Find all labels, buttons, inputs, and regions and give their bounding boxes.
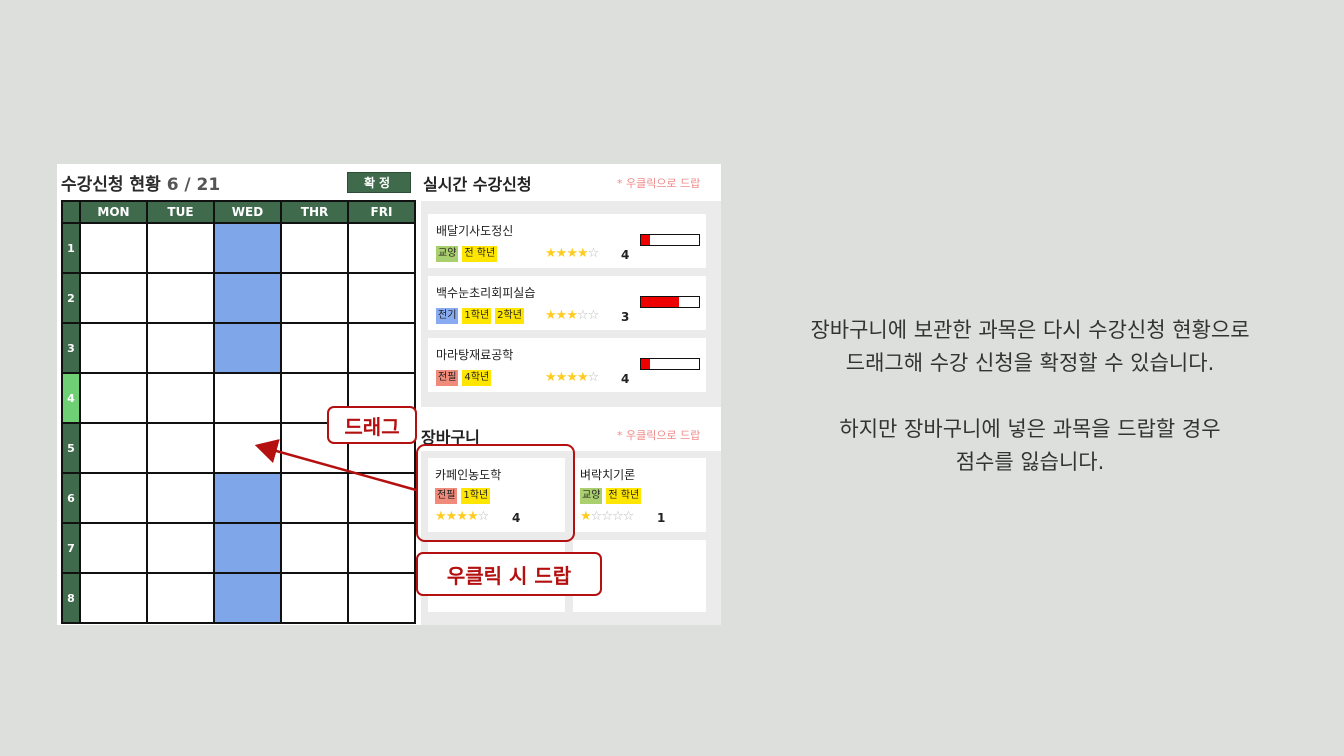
right-click-drop-annotation: 우클릭 시 드랍 (416, 552, 602, 596)
drag-annotation: 드래그 (327, 406, 417, 444)
dragged-course-highlight (416, 444, 575, 542)
description-line: 장바구니에 보관한 과목은 다시 수강신청 현황으로 (810, 318, 1250, 342)
description-line: 점수를 잃습니다. (955, 450, 1105, 474)
description-line: 드래그해 수강 신청을 확정할 수 있습니다. (845, 351, 1215, 375)
description: 장바구니에 보관한 과목은 다시 수강신청 현황으로 드래그해 수강 신청을 확… (740, 314, 1320, 479)
description-line: 하지만 장바구니에 넣은 과목을 드랍할 경우 (839, 417, 1221, 441)
